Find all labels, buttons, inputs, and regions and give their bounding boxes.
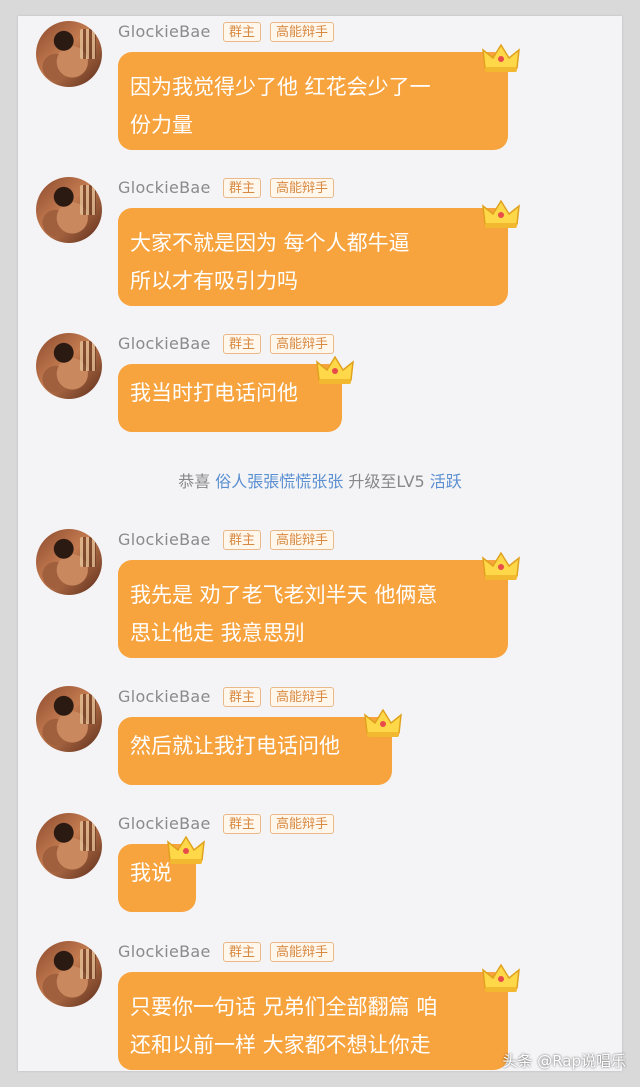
crown-icon: [482, 963, 520, 992]
sender-name[interactable]: GlockieBae: [118, 942, 211, 961]
system-notice: 恭喜 俗人張張慌慌张张 升级至LV5 活跃: [18, 468, 622, 492]
message-text-line: 大家不就是因为 每个人都牛逼: [130, 231, 410, 255]
title-badge: 高能辩手: [270, 178, 335, 198]
system-username-link[interactable]: 俗人張張慌慌张张: [215, 472, 343, 491]
sender-name[interactable]: GlockieBae: [118, 530, 211, 549]
crown-icon: [364, 708, 402, 737]
avatar[interactable]: [36, 529, 102, 595]
sender-name[interactable]: GlockieBae: [118, 814, 211, 833]
title-badge: 高能辩手: [270, 530, 335, 550]
crown-icon: [482, 43, 520, 72]
avatar[interactable]: [36, 333, 102, 399]
role-badge: 群主: [223, 530, 262, 550]
avatar[interactable]: [36, 21, 102, 87]
title-badge: 高能辩手: [270, 814, 335, 834]
message-text-line: 然后就让我打电话问他: [130, 734, 340, 758]
title-badge: 高能辩手: [270, 687, 335, 707]
sender-name[interactable]: GlockieBae: [118, 178, 211, 197]
system-prefix: 恭喜: [178, 472, 211, 491]
crown-icon: [482, 199, 520, 228]
system-middle: 升级至LV5: [348, 472, 425, 491]
sender-name[interactable]: GlockieBae: [118, 687, 211, 706]
role-badge: 群主: [223, 814, 262, 834]
sender-name[interactable]: GlockieBae: [118, 22, 211, 41]
role-badge: 群主: [223, 22, 262, 42]
message-text-line: 因为我觉得少了他 红花会少了一: [130, 75, 431, 99]
message-bubble[interactable]: 只要你一句话 兄弟们全部翻篇 咱 还和以前一样 大家都不想让你走: [118, 972, 508, 1070]
message-text-line: 所以才有吸引力吗: [130, 269, 298, 293]
chat-screen: GlockieBae 群主 高能辩手 因为我觉得少了他 红花会少了一 份力量 G…: [18, 16, 622, 1071]
message-text-line: 我先是 劝了老飞老刘半天 他俩意: [130, 583, 438, 607]
system-level-tag: 活跃: [429, 472, 462, 491]
message-bubble[interactable]: 然后就让我打电话问他: [118, 717, 392, 785]
role-badge: 群主: [223, 334, 262, 354]
message-text-line: 思让他走 我意思别: [130, 621, 305, 645]
role-badge: 群主: [223, 942, 262, 962]
message-text-line: 只要你一句话 兄弟们全部翻篇 咱: [130, 995, 438, 1019]
sender-name[interactable]: GlockieBae: [118, 334, 211, 353]
title-badge: 高能辩手: [270, 334, 335, 354]
crown-icon: [167, 835, 205, 864]
title-badge: 高能辩手: [270, 22, 335, 42]
crown-icon: [316, 355, 354, 384]
crown-icon: [482, 551, 520, 580]
role-badge: 群主: [223, 687, 262, 707]
message-text-line: 还和以前一样 大家都不想让你走: [130, 1033, 431, 1057]
message-bubble[interactable]: 我当时打电话问他: [118, 364, 342, 432]
avatar[interactable]: [36, 177, 102, 243]
title-badge: 高能辩手: [270, 942, 335, 962]
message-bubble[interactable]: 我先是 劝了老飞老刘半天 他俩意 思让他走 我意思别: [118, 560, 508, 658]
message-bubble[interactable]: 因为我觉得少了他 红花会少了一 份力量: [118, 52, 508, 150]
watermark: 头条 @Rap说唱乐: [502, 1052, 626, 1070]
message-bubble[interactable]: 大家不就是因为 每个人都牛逼 所以才有吸引力吗: [118, 208, 508, 306]
avatar[interactable]: [36, 813, 102, 879]
role-badge: 群主: [223, 178, 262, 198]
message-text-line: 份力量: [130, 113, 193, 137]
avatar[interactable]: [36, 941, 102, 1007]
avatar[interactable]: [36, 686, 102, 752]
message-text-line: 我当时打电话问他: [130, 381, 298, 405]
